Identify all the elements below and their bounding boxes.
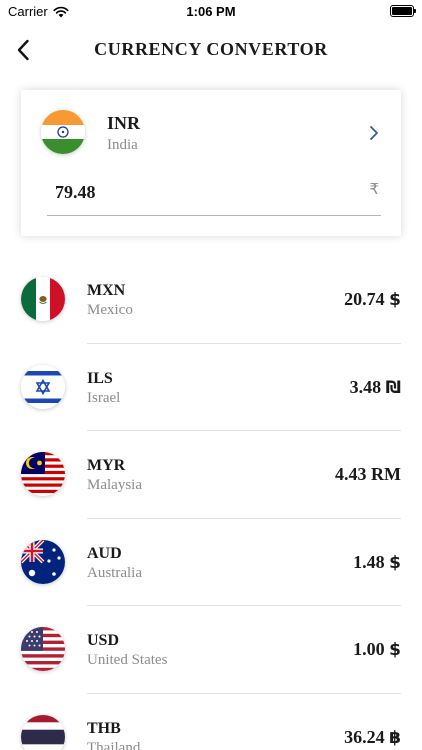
- currency-country: Australia: [87, 564, 142, 581]
- thailand-flag-icon: [21, 714, 65, 750]
- india-flag-icon: [41, 110, 85, 154]
- converted-value: 1.48 $: [353, 551, 401, 573]
- currency-code: THB: [87, 719, 121, 737]
- malaysia-flag-icon: [21, 452, 65, 496]
- currency-country: Israel: [87, 389, 121, 406]
- amount-input[interactable]: [55, 178, 315, 206]
- battery-level: [392, 7, 412, 15]
- base-currency-country: India: [107, 137, 138, 153]
- nav-bar: CURRENCY CONVERTOR: [0, 30, 422, 70]
- israel-flag-icon: [21, 364, 65, 409]
- converted-value: 1.00 $: [353, 639, 401, 660]
- base-currency-code: INR: [107, 113, 141, 133]
- currency-country: Thailand: [87, 739, 141, 750]
- australia-flag-icon: [21, 539, 65, 584]
- status-time: 1:06 PM: [186, 4, 236, 19]
- currency-country: Malaysia: [87, 477, 142, 493]
- currency-code: MYR: [87, 457, 126, 474]
- currency-code: MXN: [87, 282, 126, 299]
- currency-code: ILS: [87, 369, 113, 387]
- base-currency-card: INR India ₹: [21, 90, 401, 236]
- list-item-ils[interactable]: ILS Israel 3.48 ₪: [0, 344, 422, 431]
- usa-flag-icon: [21, 627, 65, 671]
- amount-field: ₹: [47, 172, 381, 216]
- mexico-flag-icon: [21, 277, 65, 321]
- list-item-usd[interactable]: USD United States 1.00 $: [0, 606, 422, 694]
- currency-code: USD: [87, 632, 120, 649]
- page-title: CURRENCY CONVERTOR: [94, 39, 328, 59]
- currency-symbol: ₹: [369, 180, 379, 198]
- battery-icon: [390, 5, 416, 17]
- chevron-right-icon: [367, 124, 381, 142]
- rates-list: MXN Mexico 20.74 $ ILS Israel 3.48 ₪ MYR…: [0, 256, 422, 750]
- converted-value: 3.48 ₪: [349, 376, 401, 398]
- list-item-myr[interactable]: MYR Malaysia 4.43 RM: [0, 431, 422, 519]
- list-item-aud[interactable]: AUD Australia 1.48 $: [0, 519, 422, 606]
- currency-code: AUD: [87, 544, 122, 562]
- list-item-thb[interactable]: THB Thailand 36.24 ฿: [0, 694, 422, 750]
- converted-value: 4.43 RM: [335, 464, 401, 484]
- status-bar: Carrier 1:06 PM: [0, 0, 422, 22]
- list-item-mxn[interactable]: MXN Mexico 20.74 $: [0, 256, 422, 344]
- converted-value: 36.24 ฿: [344, 726, 401, 748]
- converted-value: 20.74 $: [344, 289, 401, 310]
- select-currency-button[interactable]: [367, 124, 381, 142]
- currency-country: Mexico: [87, 302, 133, 318]
- currency-country: United States: [87, 652, 168, 668]
